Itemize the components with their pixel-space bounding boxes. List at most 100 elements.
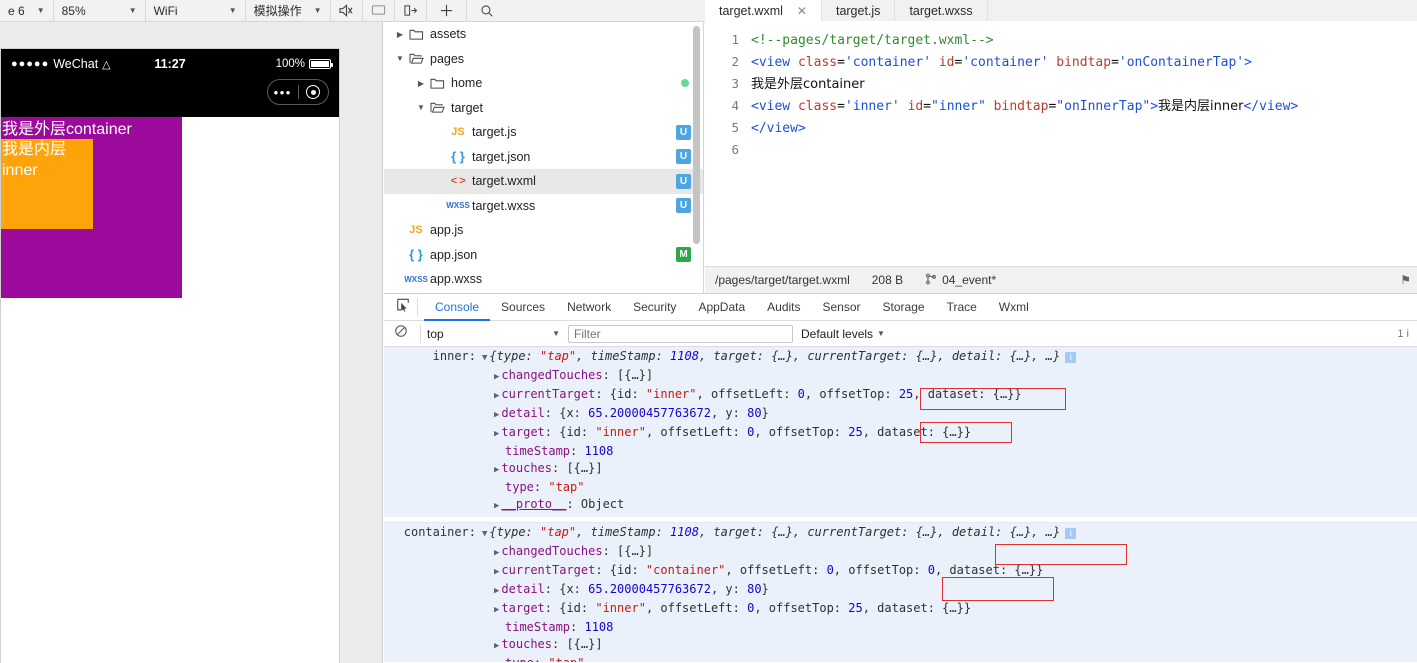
devtools-tab-security[interactable]: Security (622, 294, 687, 321)
console-log-label: inner: (432, 349, 476, 363)
zoom-label: 85% (61, 3, 86, 18)
line-number: 6 (731, 142, 739, 157)
devtools-tab-trace[interactable]: Trace (936, 294, 988, 321)
devtools-tab-storage[interactable]: Storage (872, 294, 936, 321)
clear-console-button[interactable] (390, 324, 412, 343)
expand-arrow-icon[interactable]: ▼ (482, 526, 487, 543)
console-log-header[interactable]: container: ▼ {type: "tap", timeStamp: 1108… (384, 524, 1417, 543)
console-log-entry[interactable]: container: ▼ {type: "tap", timeStamp: 1108… (384, 522, 1417, 662)
console-log-property[interactable]: ▶ target: {id: "inner", offsetLeft: 0, of… (384, 424, 1417, 443)
file-tree-item-app-json[interactable]: { } app.json M (384, 243, 703, 268)
preview-container-view[interactable]: 我是外层container 我是内层 inner (1, 117, 182, 298)
console-log-property[interactable]: ▶ touches: [{…}] (384, 636, 1417, 655)
network-selector[interactable]: WiFi ▼ (146, 0, 246, 21)
capsule-more-icon[interactable]: ••• (268, 86, 298, 99)
simulate-action-selector[interactable]: 模拟操作 ▼ (246, 0, 331, 21)
console-log-property[interactable]: ▶ currentTarget: {id: "inner", offsetLeft… (384, 386, 1417, 405)
devtools-tab-sources[interactable]: Sources (490, 294, 556, 321)
file-tree-scrollbar[interactable] (693, 26, 700, 244)
console-levels-label: Default levels (801, 326, 874, 341)
wxss-file-icon: WXSS (404, 274, 428, 284)
console-filter-input[interactable] (568, 324, 793, 343)
status-right-icon[interactable]: ⚑ (1400, 273, 1411, 287)
line-content: <view class='inner' id="inner" bindtap="… (751, 99, 1299, 114)
console-levels-selector[interactable]: Default levels ▼ (801, 327, 885, 341)
devtools-tab-sensor[interactable]: Sensor (812, 294, 872, 321)
expand-arrow-icon[interactable]: ▶ (494, 602, 499, 619)
console-output[interactable]: inner: ▼ {type: "tap", timeStamp: 1108, ta… (384, 347, 1417, 662)
file-tree-item-target-wxml[interactable]: < > target.wxml U (384, 169, 703, 194)
editor-tab-target-js[interactable]: target.js (821, 0, 896, 21)
preview-inner-view[interactable]: 我是内层 inner (1, 139, 93, 229)
console-info-count: 1 i (1397, 327, 1409, 340)
console-log-property[interactable]: ▶ detail: {x: 65.20000457763672, y: 80} (384, 581, 1417, 600)
expand-arrow-icon[interactable]: ▶ (494, 638, 499, 655)
console-property-text: changedTouches: [{…}] (501, 368, 654, 382)
console-log-header[interactable]: inner: ▼ {type: "tap", timeStamp: 1108, ta… (384, 348, 1417, 367)
file-tree-pane[interactable]: ▶ assets ▼ pages ▶ home ▼ target JS target.js U { }… (384, 22, 704, 293)
code-content[interactable]: 1 <!--pages/target/target.wxml--> 2 <view c… (705, 21, 1417, 271)
file-tree-item-home[interactable]: ▶ home (384, 71, 703, 96)
expand-arrow-icon[interactable]: ▶ (494, 369, 499, 386)
console-log-property[interactable]: ▶ __proto__: Object (384, 496, 1417, 515)
console-log-property[interactable]: ▶ changedTouches: [{…}] (384, 543, 1417, 562)
editor-tab-target-wxss[interactable]: target.wxss (895, 0, 988, 21)
json-file-icon: { } (451, 149, 465, 165)
file-tree-item-app-js[interactable]: JS app.js (384, 218, 703, 243)
expand-arrow-icon[interactable]: ▶ (494, 583, 499, 600)
mute-button[interactable] (331, 0, 363, 21)
file-tree-item-target-json[interactable]: { } target.json U (384, 145, 703, 170)
file-tree-item-label: target.json (472, 149, 531, 164)
expand-arrow-icon[interactable]: ▼ (482, 350, 487, 367)
console-log-property[interactable]: ▶ changedTouches: [{…}] (384, 367, 1417, 386)
console-context-selector[interactable]: top ▼ (420, 324, 560, 343)
file-tree-item-target-wxss[interactable]: WXSS target.wxss U (384, 194, 703, 219)
expand-arrow-icon[interactable]: ▶ (494, 564, 499, 581)
file-tree-item-target-js[interactable]: JS target.js U (384, 120, 703, 145)
chevron-right-icon[interactable]: ▶ (415, 79, 427, 88)
console-log-property[interactable]: type: "tap" (384, 479, 1417, 496)
panel-right-toggle[interactable] (395, 0, 427, 21)
editor-tab-target-wxml[interactable]: target.wxml ✕ (705, 0, 822, 21)
chevron-down-icon[interactable]: ▼ (394, 54, 406, 63)
device-selector[interactable]: e 6 ▼ (0, 0, 54, 21)
devtools-tab-wxml[interactable]: Wxml (988, 294, 1040, 321)
console-log-property[interactable]: ▶ target: {id: "inner", offsetLeft: 0, of… (384, 600, 1417, 619)
git-branch[interactable]: 04_event* (925, 273, 996, 288)
devtools-tab-appdata[interactable]: AppData (687, 294, 756, 321)
expand-arrow-icon[interactable]: ▶ (494, 498, 499, 515)
file-tree-item-assets[interactable]: ▶ assets (384, 22, 703, 47)
expand-arrow-icon[interactable]: ▶ (494, 388, 499, 405)
capsule-close-button[interactable] (299, 85, 329, 99)
expand-arrow-icon[interactable]: ▶ (494, 545, 499, 562)
console-filter-bar: top ▼ Default levels ▼ 1 i (384, 321, 1417, 347)
capsule-menu[interactable]: ••• (267, 79, 329, 105)
devtools-tab-console[interactable]: Console (424, 294, 490, 321)
close-icon[interactable]: ✕ (797, 4, 807, 18)
expand-arrow-icon[interactable]: ▶ (494, 407, 499, 424)
console-log-property[interactable]: ▶ touches: [{…}] (384, 460, 1417, 479)
expand-arrow-icon[interactable]: ▶ (494, 462, 499, 479)
zoom-selector[interactable]: 85% ▼ (54, 0, 146, 21)
add-file-button[interactable] (427, 0, 467, 21)
chevron-down-icon[interactable]: ▼ (415, 103, 427, 112)
devtools-tab-audits[interactable]: Audits (756, 294, 811, 321)
console-log-property[interactable]: timeStamp: 1108 (384, 443, 1417, 460)
chevron-right-icon[interactable]: ▶ (394, 30, 406, 39)
console-log-entry[interactable]: inner: ▼ {type: "tap", timeStamp: 1108, ta… (384, 347, 1417, 517)
expand-arrow-icon[interactable]: ▶ (494, 426, 499, 443)
file-tree-item-app-wxss[interactable]: WXSS app.wxss (384, 267, 703, 292)
console-log-property[interactable]: ▶ currentTarget: {id: "container", offset… (384, 562, 1417, 581)
file-tree-item-target[interactable]: ▼ target (384, 96, 703, 121)
search-button[interactable] (467, 0, 507, 21)
console-log-property[interactable]: ▶ detail: {x: 65.20000457763672, y: 80} (384, 405, 1417, 424)
inspect-element-button[interactable] (388, 298, 418, 316)
console-log-property[interactable]: type: "tap" (384, 655, 1417, 662)
console-property-text: type: "tap" (505, 655, 584, 662)
file-tree-item-pages[interactable]: ▼ pages (384, 47, 703, 72)
display-button[interactable] (363, 0, 395, 21)
console-log-property[interactable]: timeStamp: 1108 (384, 619, 1417, 636)
devtools-tab-network[interactable]: Network (556, 294, 622, 321)
line-content: <view class='container' id='container' b… (751, 55, 1252, 70)
editor-status-bar: /pages/target/target.wxml 208 B 04_event… (705, 266, 1417, 293)
